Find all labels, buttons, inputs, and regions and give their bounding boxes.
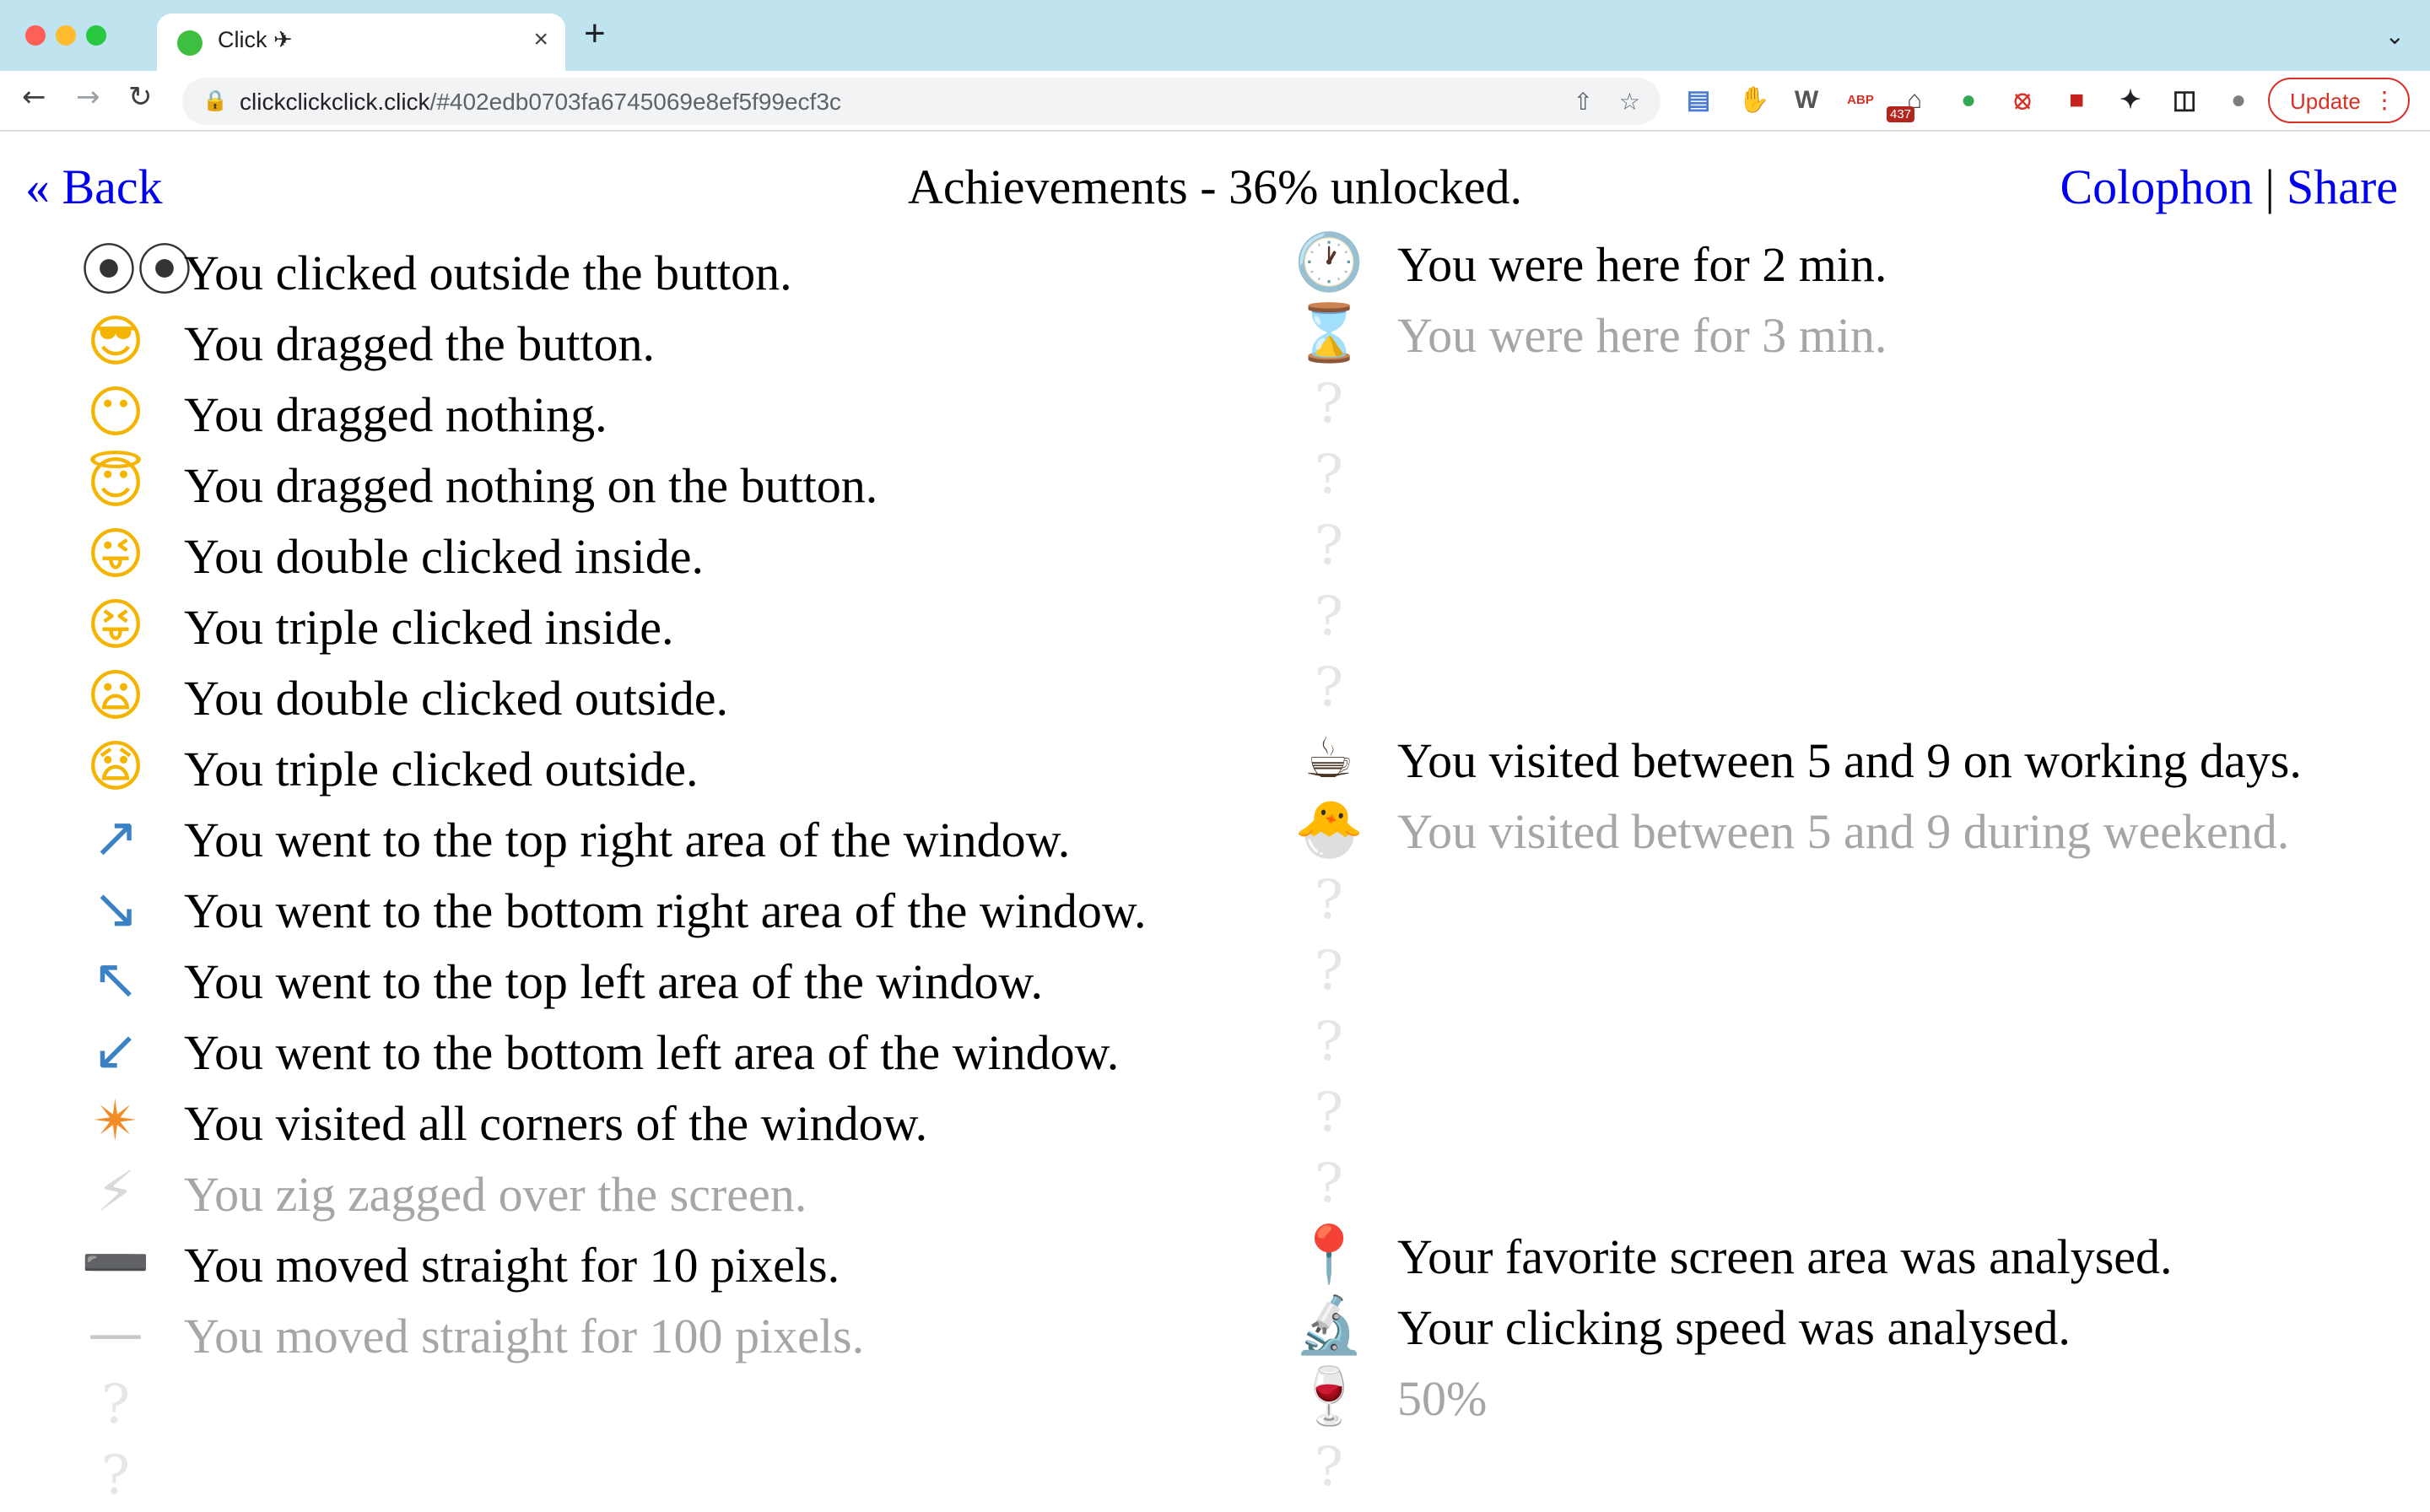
achievement-label: You were here for 3 min. [1397, 308, 1887, 363]
achievement-label: 50% [1397, 1371, 1488, 1426]
minimize-window-button[interactable] [56, 25, 76, 46]
new-tab-button[interactable]: + [584, 15, 606, 52]
browser-toolbar: ← → ↻ 🔒 clickclickclick.click/#402edb070… [0, 71, 2430, 132]
forward-arrow-icon[interactable]: → [76, 83, 100, 111]
eyeglasses-icon: ⦿⦿ [81, 238, 192, 303]
achievement-label: You double clicked inside. [184, 529, 704, 584]
achievement-label: You double clicked outside. [184, 671, 728, 726]
achievement-label: You triple clicked outside. [184, 742, 699, 796]
question-mark-icon: ? [1314, 373, 1344, 435]
update-button[interactable]: Update ⋮ [2268, 78, 2410, 123]
achievement-label: You moved straight for 10 pixels. [184, 1238, 840, 1293]
achievement-label: You visited all corners of the window. [184, 1096, 928, 1151]
question-mark-icon: ? [1314, 1011, 1344, 1073]
docs-ext-icon[interactable]: ▤ [1684, 86, 1713, 115]
tab-search-icon[interactable]: ⌄ [2385, 22, 2405, 50]
heavy-minus-icon: ➖ [81, 1230, 151, 1295]
lightning-icon: ⚡ [95, 1159, 136, 1224]
cool-face-icon: 😎 [86, 309, 145, 374]
tab-title: Click ✈ [218, 27, 293, 52]
thumbs-up-ext-icon[interactable]: ✋ [1738, 86, 1769, 115]
coffee-icon: ☕ [1304, 726, 1354, 791]
adblock-ext-icon[interactable]: ABP [1846, 86, 1875, 115]
arrow-up-left-icon: ↖ [92, 947, 139, 1012]
achievement-label: You visited between 5 and 9 on working d… [1397, 733, 2302, 788]
block-ext-icon[interactable]: ⦻ [2008, 86, 2037, 115]
green-ext-icon[interactable]: ● [1954, 86, 1983, 115]
achievement-label: You went to the bottom left area of the … [184, 1025, 1120, 1080]
browser-tab[interactable]: Click ✈ × [157, 14, 565, 71]
achievement-label: You went to the top left area of the win… [184, 954, 1044, 1009]
question-mark-icon: ? [1314, 1082, 1344, 1144]
achievement-label: You zig zagged over the screen. [184, 1167, 807, 1222]
achievement-label: You dragged nothing on the button. [184, 458, 878, 513]
close-window-button[interactable] [25, 25, 46, 46]
red-ext-icon[interactable]: ■ [2062, 86, 2091, 115]
question-mark-icon: ? [100, 1374, 131, 1436]
halo-face-icon: 😇 [86, 451, 145, 516]
question-mark-icon: ? [1314, 940, 1344, 1002]
link-separator: | [2265, 159, 2275, 214]
profile-avatar-icon[interactable]: ● [2224, 86, 2253, 115]
back-arrow-icon[interactable]: ← [22, 83, 46, 111]
bookmark-star-icon[interactable]: ☆ [1619, 88, 1640, 116]
achievement-label: Your favorite screen area was analysed. [1397, 1229, 2173, 1284]
question-mark-icon: ? [100, 1444, 131, 1507]
extension-badge: 437 [1887, 106, 1915, 122]
colophon-link[interactable]: Colophon [2060, 159, 2254, 214]
achievement-label: Your clicking speed was analysed. [1397, 1300, 2071, 1355]
browser-tab-bar: Click ✈ × + ⌄ [0, 0, 2430, 71]
achievement-label: You clicked outside the button. [184, 246, 792, 300]
address-bar[interactable]: 🔒 clickclickclick.click/#402edb0703fa674… [182, 78, 1660, 125]
achievement-label: You triple clicked inside. [184, 600, 674, 655]
achievement-label: You visited between 5 and 9 during weeke… [1397, 804, 2290, 859]
zoom-window-button[interactable] [86, 25, 106, 46]
arrow-up-right-icon: ↗ [92, 805, 139, 870]
url-text[interactable]: clickclickclick.click/#402edb0703fa67450… [240, 89, 841, 116]
share-link[interactable]: Share [2287, 159, 2398, 214]
question-mark-icon: ? [1314, 1436, 1344, 1498]
wine-glass-icon: 🍷 [1294, 1364, 1364, 1428]
arrow-down-right-icon: ↘ [92, 876, 139, 941]
squinting-tongue-face-icon: 😝 [86, 592, 145, 657]
hatching-chick-icon: 🐣 [1294, 796, 1364, 861]
sidepanel-ext-icon[interactable]: ◫ [2170, 86, 2199, 115]
horizontal-line-icon: — [88, 1301, 143, 1366]
achievement-label: You were here for 2 min. [1397, 237, 1887, 292]
achievement-label: You dragged the button. [184, 316, 655, 371]
arrow-down-left-icon: ↙ [92, 1018, 139, 1083]
question-mark-icon: ? [1314, 515, 1344, 577]
question-mark-icon: ? [1314, 869, 1344, 932]
no-mouth-face-icon: 😶 [86, 380, 145, 445]
round-pushpin-icon: 📍 [1294, 1222, 1364, 1287]
frowning-face-icon: 😦 [86, 663, 145, 728]
achievement-label: You moved straight for 100 pixels. [184, 1309, 865, 1364]
question-mark-icon: ? [1314, 444, 1344, 506]
close-tab-icon[interactable]: × [533, 25, 548, 54]
question-mark-icon: ? [1314, 656, 1344, 719]
achievement-label: You went to the bottom right area of the… [184, 883, 1147, 938]
eight-pointed-star-icon: ✴ [92, 1088, 139, 1153]
achievement-label: You dragged nothing. [184, 387, 608, 442]
question-mark-icon: ? [1314, 586, 1344, 648]
favicon-icon [177, 30, 202, 56]
reload-icon[interactable]: ↻ [128, 83, 153, 111]
hourglass-icon: ⌛ [1294, 300, 1364, 365]
achievement-label: You went to the top right area of the wi… [184, 813, 1071, 867]
update-label: Update [2290, 89, 2361, 114]
question-mark-icon: ? [1314, 1153, 1344, 1215]
share-page-icon[interactable]: ⇧ [1574, 88, 1593, 116]
lock-icon[interactable]: 🔒 [202, 89, 228, 112]
winking-tongue-face-icon: 😜 [86, 521, 145, 586]
top-right-links: Colophon | Share [2060, 159, 2399, 215]
puzzle-ext-icon[interactable]: ✦ [2116, 86, 2145, 115]
worried-face-icon: 😧 [86, 734, 145, 799]
menu-dots-icon[interactable]: ⋮ [2373, 86, 2396, 114]
microscope-icon: 🔬 [1294, 1293, 1364, 1358]
wallet-ext-icon[interactable]: W [1792, 86, 1821, 115]
clock-icon: 🕐 [1294, 230, 1364, 294]
